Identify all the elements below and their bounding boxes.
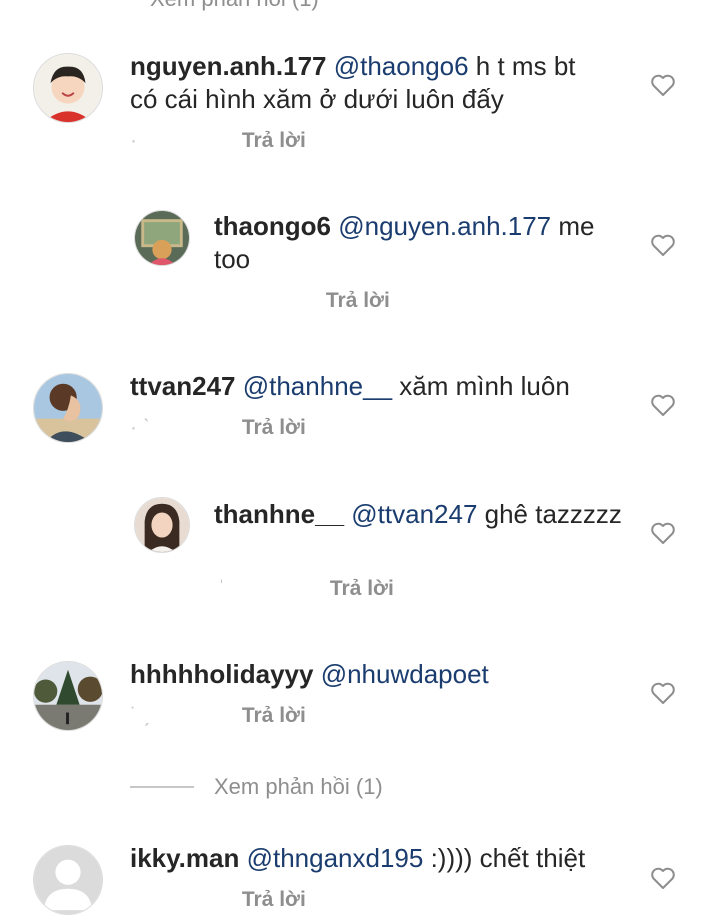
comment-text: nguyen.anh.177 @thaongo6 h t ms bt có cá…: [130, 50, 610, 116]
comment-body: xăm mình luôn: [392, 371, 570, 401]
divider-line: [130, 786, 194, 788]
reply-button[interactable]: Trả lời: [242, 416, 306, 439]
comment-time: ·: [130, 129, 137, 152]
avatar[interactable]: [134, 210, 190, 266]
comment-mention[interactable]: @ttvan247: [351, 499, 477, 529]
view-replies-label: Xem phản hồi (1): [150, 0, 319, 12]
comment-text: ttvan247 @thanhne__ xăm mình luôn: [130, 370, 630, 403]
avatar[interactable]: [33, 53, 103, 123]
reply-button[interactable]: Trả lời: [330, 577, 394, 600]
comment-username[interactable]: hhhhholidayyy: [130, 659, 313, 689]
comment-body: :)))) chết thiệt: [423, 843, 586, 873]
view-replies-link-top[interactable]: Xem phản hồi (1): [150, 0, 319, 12]
comment-text: thanhne__ @ttvan247 ghê tazzzzz: [214, 498, 634, 531]
comment-meta: · ˋ Trả lời: [130, 416, 306, 440]
comment-mention[interactable]: @nhuwdapoet: [321, 659, 489, 689]
profile-photo-icon: [135, 498, 189, 552]
comment-meta: Trả lời: [130, 888, 306, 912]
comment-mention[interactable]: @nguyen.anh.177: [338, 211, 551, 241]
comment-mention[interactable]: @thaongo6: [334, 51, 469, 81]
comment-username[interactable]: thanhne__: [214, 499, 344, 529]
like-button[interactable]: [650, 393, 676, 417]
profile-photo-icon: [34, 374, 102, 442]
comment-text: ikky.man @thnganxd195 :)))) chết thiệt: [130, 842, 630, 875]
like-button[interactable]: [650, 73, 676, 97]
comment-time: · ˋ: [130, 416, 150, 439]
avatar[interactable]: [33, 373, 103, 443]
heart-outline-icon: [651, 682, 675, 704]
view-replies-label: Xem phản hồi (1): [214, 774, 383, 799]
heart-outline-icon: [651, 74, 675, 96]
reply-button[interactable]: Trả lời: [242, 129, 306, 152]
profile-photo-icon: [34, 54, 102, 122]
avatar[interactable]: [33, 845, 103, 915]
profile-photo-icon: [34, 662, 102, 730]
profile-photo-icon: [135, 211, 189, 265]
comment-time: ˙ ˏ: [130, 704, 150, 727]
like-button[interactable]: [650, 866, 676, 890]
comment-mention[interactable]: @thanhne__: [243, 371, 392, 401]
default-avatar-icon: [34, 846, 102, 914]
like-button[interactable]: [650, 233, 676, 257]
comment-meta: Trả lời: [214, 289, 390, 313]
avatar[interactable]: [33, 661, 103, 731]
comment-meta: · Trả lời: [130, 129, 306, 153]
reply-button[interactable]: Trả lời: [242, 888, 306, 911]
comment-meta: ˙ ˏ Trả lời: [130, 704, 306, 728]
comment-username[interactable]: ikky.man: [130, 843, 239, 873]
heart-outline-icon: [651, 394, 675, 416]
comment-text: thaongo6 @nguyen.anh.177 me too: [214, 210, 634, 276]
comment-text: hhhhholidayyy @nhuwdapoet: [130, 658, 630, 691]
reply-button[interactable]: Trả lời: [242, 704, 306, 727]
comment-meta: ˈ Trả lời: [218, 577, 394, 601]
reply-button[interactable]: Trả lời: [326, 289, 390, 312]
heart-outline-icon: [651, 522, 675, 544]
like-button[interactable]: [650, 681, 676, 705]
comment-body: ghê tazzzzz: [477, 499, 622, 529]
comment-username[interactable]: thaongo6: [214, 211, 331, 241]
like-button[interactable]: [650, 521, 676, 545]
heart-outline-icon: [651, 867, 675, 889]
heart-outline-icon: [651, 234, 675, 256]
view-replies-link[interactable]: Xem phản hồi (1): [130, 774, 383, 800]
avatar[interactable]: [134, 497, 190, 553]
comment-time: ˈ: [218, 577, 225, 600]
comment-username[interactable]: ttvan247: [130, 371, 236, 401]
comment-username[interactable]: nguyen.anh.177: [130, 51, 327, 81]
comment-mention[interactable]: @thnganxd195: [247, 843, 424, 873]
